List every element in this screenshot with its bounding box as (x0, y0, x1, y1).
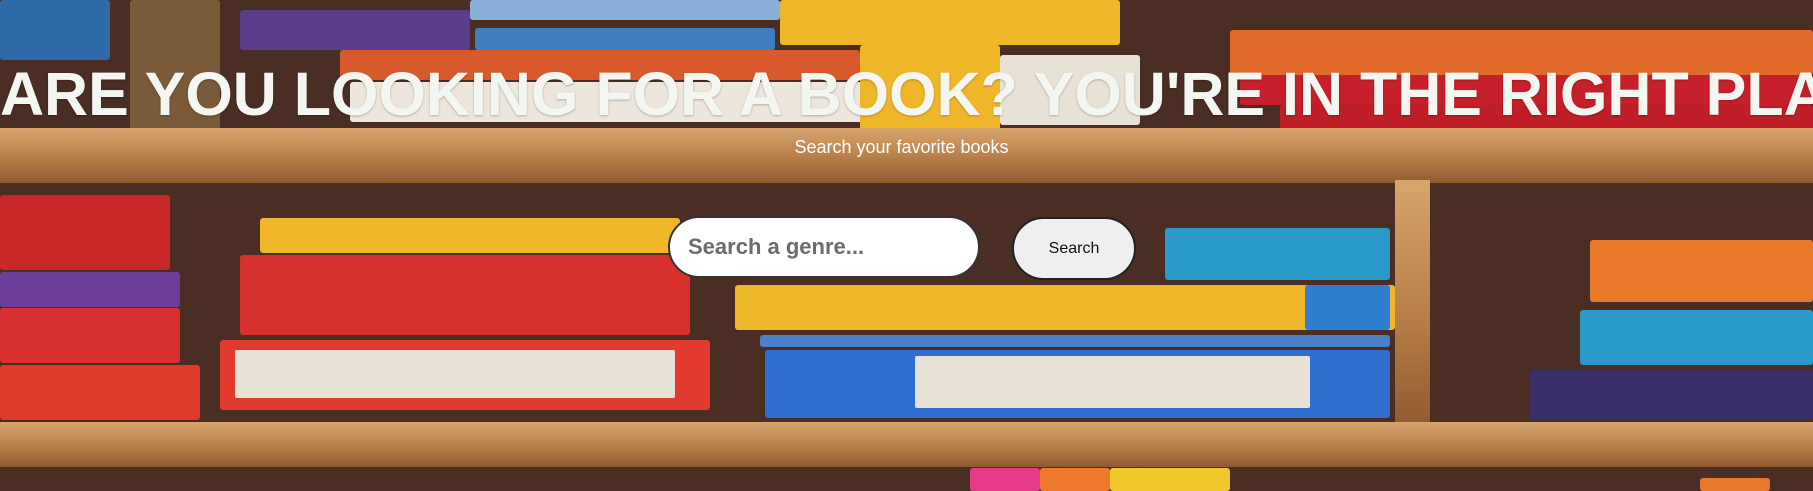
page-subtitle: Search your favorite books (794, 137, 1009, 157)
hero-banner: ARE YOU LOOKING FOR A BOOK? YOU'RE IN TH… (0, 0, 1813, 491)
search-button[interactable]: Search (1012, 217, 1136, 280)
page-headline: ARE YOU LOOKING FOR A BOOK? YOU'RE IN TH… (0, 60, 1813, 128)
genre-search-input[interactable] (668, 216, 980, 278)
